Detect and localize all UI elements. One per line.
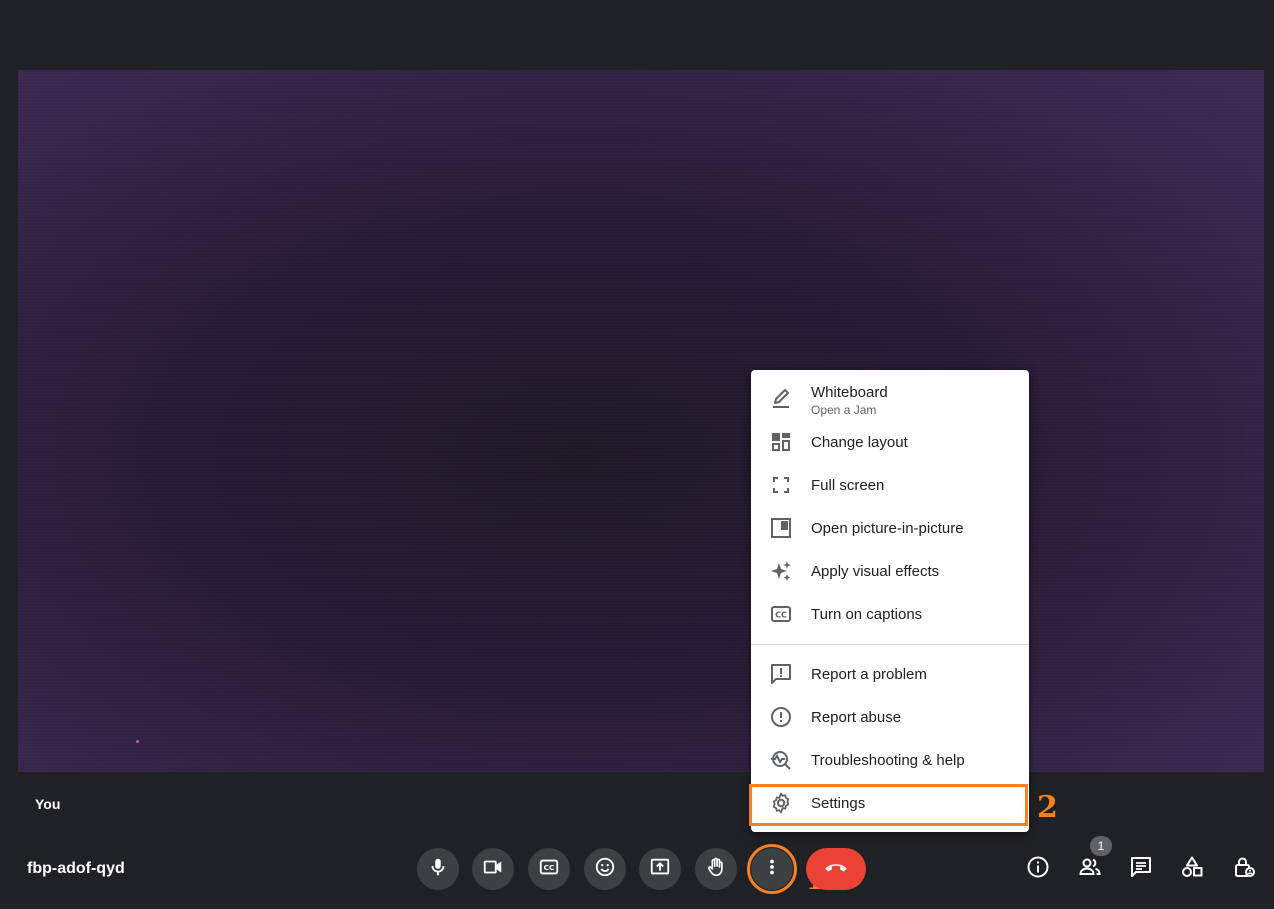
info-icon [1026,855,1050,884]
microphone-button[interactable] [417,848,459,890]
menu-item-label: Whiteboard [811,384,888,401]
captions-button[interactable]: CC [528,848,570,890]
present-screen-button[interactable] [639,848,681,890]
participant-count-badge: 1 [1090,836,1112,856]
people-icon [1078,855,1102,884]
svg-text:CC: CC [775,611,787,620]
menu-item-label: Report abuse [811,708,902,726]
menu-item-troubleshooting[interactable]: Troubleshooting & help [751,739,1029,781]
menu-item-report-abuse[interactable]: Report abuse [751,696,1029,738]
host-controls-button[interactable] [1227,852,1261,886]
pencil-icon [768,386,794,412]
more-options-button[interactable] [751,848,793,890]
menu-item-label: Turn on captions [811,605,923,623]
activities-button[interactable] [1175,852,1209,886]
hand-icon [705,856,727,883]
video-noise-dot [136,740,139,743]
menu-item-settings[interactable]: Settings [751,782,1029,824]
picture-in-picture-icon [768,515,794,541]
self-video-tile [18,70,1264,772]
more-options-menu: Whiteboard Open a Jam Change layout Full… [751,370,1029,832]
menu-item-change-layout[interactable]: Change layout [751,421,1029,463]
feedback-icon [768,661,794,687]
menu-item-label: Report a problem [811,665,927,683]
menu-item-label: Troubleshooting & help [811,751,965,769]
menu-item-whiteboard[interactable]: Whiteboard Open a Jam [751,378,1029,426]
menu-item-visual-effects[interactable]: Apply visual effects [751,550,1029,592]
present-screen-icon [649,856,671,883]
menu-item-full-screen[interactable]: Full screen [751,464,1029,506]
menu-item-report-problem[interactable]: Report a problem [751,653,1029,695]
captions-icon: CC [538,856,560,883]
menu-item-label: Apply visual effects [811,562,940,580]
camera-button[interactable] [472,848,514,890]
menu-item-label: Change layout [811,433,908,451]
reactions-button[interactable] [584,848,626,890]
chat-icon [1129,855,1153,884]
troubleshoot-icon [768,747,794,773]
sparkle-icon [768,558,794,584]
step-2-annotation: 2 [1037,790,1058,825]
more-vertical-icon [761,856,783,883]
menu-divider [751,644,1029,645]
gear-icon [768,790,794,816]
menu-item-sublabel: Open a Jam [811,403,877,417]
layout-icon [768,429,794,455]
svg-text:CC: CC [544,863,555,872]
self-name-label: You [35,796,61,812]
phone-hangup-icon [823,854,849,885]
microphone-icon [427,856,449,883]
meeting-details-button[interactable] [1021,852,1055,886]
menu-item-captions[interactable]: CC Turn on captions [751,593,1029,635]
shapes-icon [1180,855,1204,884]
leave-call-button[interactable] [806,848,866,890]
video-camera-icon [482,856,504,883]
raise-hand-button[interactable] [695,848,737,890]
meeting-code: fbp-adof-qyd [27,860,125,877]
chat-button[interactable] [1124,852,1158,886]
people-button[interactable] [1073,852,1107,886]
menu-item-label: Settings [811,794,866,812]
fullscreen-icon [768,472,794,498]
smiley-icon [594,856,616,883]
menu-item-label: Full screen [811,476,885,494]
alert-circle-icon [768,704,794,730]
menu-item-label: Open picture-in-picture [811,519,964,537]
menu-item-picture-in-picture[interactable]: Open picture-in-picture [751,507,1029,549]
lock-person-icon [1232,855,1256,884]
captions-icon: CC [768,601,794,627]
